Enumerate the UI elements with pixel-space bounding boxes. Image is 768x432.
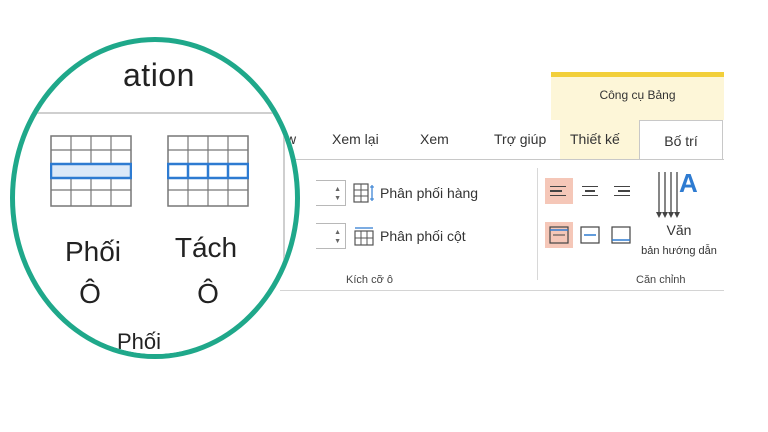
- merge-cells-label-1: Phối: [64, 236, 122, 267]
- magnified-group-separator: [283, 112, 285, 352]
- cell-margin-icon: [580, 226, 600, 244]
- cell-margins-center-button[interactable]: [576, 222, 604, 248]
- align-top-right-button[interactable]: [607, 178, 635, 204]
- cell-margins-left-button[interactable]: [545, 222, 573, 248]
- spin-down-icon[interactable]: ▼: [334, 238, 341, 245]
- distribute-columns-button[interactable]: Phân phối cột: [353, 226, 466, 246]
- align-top-left-button[interactable]: [545, 178, 573, 204]
- magnifier-callout: ation Phối Ô Tách Ô Phối: [10, 37, 300, 359]
- split-cells-label-1: Tách: [174, 232, 238, 263]
- cell-margin-icon: [611, 226, 631, 244]
- merge-cells-icon[interactable]: [50, 135, 132, 207]
- ribbon-body-border: [280, 159, 724, 160]
- alignment-group-label: Căn chỉnh: [636, 274, 686, 286]
- row-height-spinner[interactable]: ▲ ▼: [316, 180, 346, 206]
- tab-help[interactable]: Trợ giúp: [494, 131, 546, 147]
- merge-cells-label-2: Ô: [79, 278, 101, 309]
- text-direction-icon[interactable]: A: [655, 168, 701, 220]
- text-direction-sublabel: bản hướng dẫn: [641, 245, 717, 257]
- table-tools-label: Công cụ Bảng: [599, 88, 676, 102]
- distribute-rows-icon: [353, 183, 374, 203]
- cell-margin-icon: [549, 226, 569, 244]
- magnified-ribbon-border: [25, 112, 285, 114]
- distribute-rows-label: Phân phối hàng: [380, 185, 479, 201]
- distribute-rows-button[interactable]: Phân phối hàng: [353, 183, 478, 203]
- merge-group-label: Phối: [95, 329, 183, 354]
- tab-view[interactable]: Xem: [420, 131, 449, 147]
- ribbon-body-bottom-border: [280, 290, 724, 291]
- split-cells-label-2: Ô: [197, 278, 219, 309]
- magnified-tab-title: ation: [123, 57, 195, 93]
- svg-text:A: A: [679, 168, 698, 198]
- spin-down-icon[interactable]: ▼: [334, 195, 341, 202]
- distribute-columns-icon: [354, 227, 374, 246]
- spin-up-icon[interactable]: ▲: [334, 229, 341, 236]
- column-width-spinner[interactable]: ▲ ▼: [316, 223, 346, 249]
- tab-review[interactable]: Xem lại: [332, 131, 379, 147]
- tab-layout[interactable]: Bố trí: [639, 120, 723, 160]
- spin-up-icon[interactable]: ▲: [334, 186, 341, 193]
- align-top-center-button[interactable]: [576, 178, 604, 204]
- tab-design[interactable]: Thiết kế: [570, 131, 620, 147]
- distribute-columns-label: Phân phối cột: [380, 228, 466, 244]
- split-cells-icon[interactable]: [167, 135, 249, 207]
- text-direction-label: Văn: [666, 222, 692, 238]
- group-separator: [537, 168, 538, 280]
- cell-size-group-label: Kích cỡ ô: [346, 274, 393, 286]
